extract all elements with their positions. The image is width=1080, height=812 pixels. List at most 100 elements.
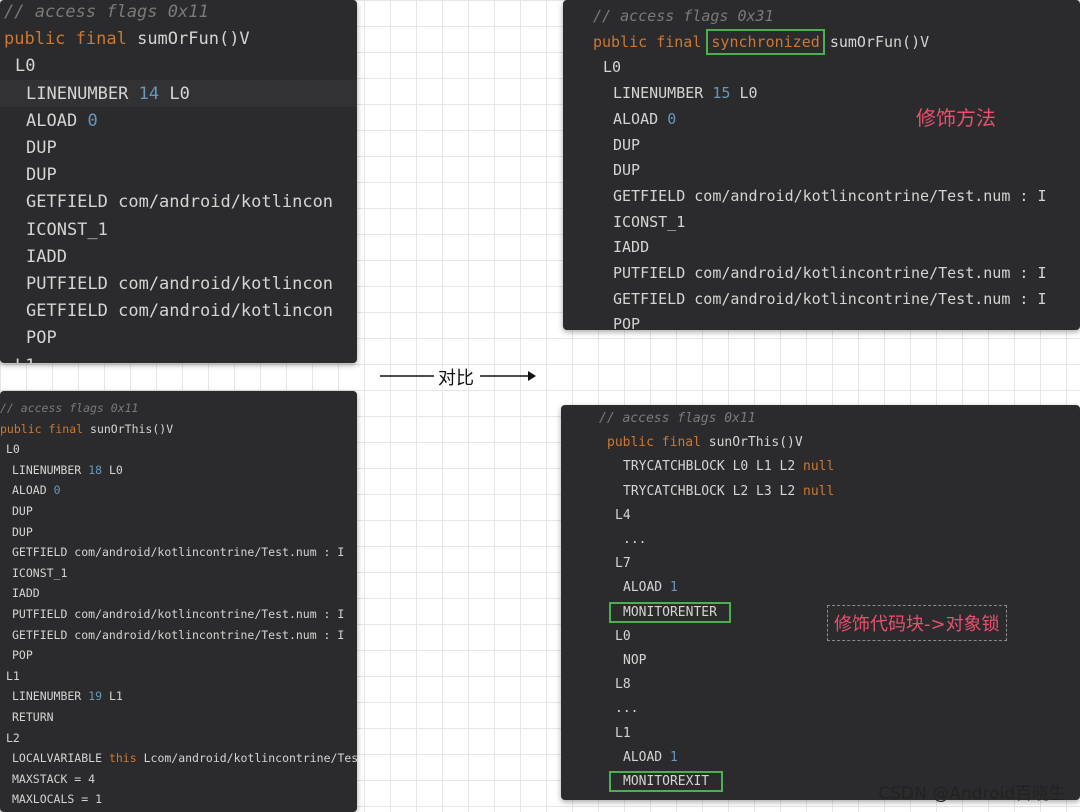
operand-text: L0: [169, 83, 190, 104]
instruction-text: ...: [615, 701, 639, 717]
operand-number: 0: [53, 483, 61, 498]
instruction-text: DUP: [613, 161, 641, 180]
instruction-text: MAXLOCALS = 1: [12, 792, 103, 807]
instruction-text: DUP: [26, 165, 57, 186]
bytecode-line: POP: [12, 648, 33, 662]
bytecode-line: ALOAD 0: [12, 483, 61, 497]
highlighted-instruction: MONITOREXIT: [609, 771, 724, 792]
bytecode-line: L2: [6, 731, 20, 745]
bytecode-line: DUP: [12, 525, 33, 539]
bytecode-line: ...: [615, 701, 638, 716]
bytecode-line: DUP: [613, 161, 640, 179]
instruction-text: L1: [15, 356, 35, 363]
code-panel-bottom-left: // access flags 0x11 public final sunOrTh…: [0, 391, 357, 812]
instruction-text: POP: [12, 648, 33, 663]
bytecode-line: DUP: [26, 138, 57, 158]
instruction-text: MONITORENTER: [623, 604, 717, 620]
instruction-text: POP: [26, 328, 57, 349]
instruction-text: ALOAD: [623, 749, 663, 765]
operand-text: L0: [108, 462, 123, 477]
bytecode-line: ALOAD 0: [26, 111, 98, 131]
bytecode-line: L1: [6, 669, 20, 683]
bytecode-line: RETURN: [12, 710, 54, 724]
code-panel-bottom-right: // access flags 0x11 public final sunOrTh…: [561, 405, 1080, 800]
operand-number: 14: [138, 83, 160, 104]
instruction-text: GETFIELD com/android/kotlincon: [26, 301, 334, 322]
method-name: sunOrThis()V: [90, 421, 174, 436]
bytecode-line: L0: [15, 56, 35, 76]
operand-number: 18: [88, 462, 103, 477]
bytecode-line: GETFIELD com/android/kotlincontrine/Test…: [613, 187, 1046, 205]
instruction-text: POP: [613, 315, 641, 330]
instruction-text: L8: [615, 677, 631, 693]
bytecode-line: IADD: [613, 238, 649, 256]
bytecode-line: TRYCATCHBLOCK L2 L3 L2 null: [623, 484, 834, 499]
compare-arrow: 对比: [378, 362, 538, 390]
bytecode-line: PUTFIELD com/android/kotlincontrine/Test…: [12, 607, 344, 621]
instruction-text: ...: [623, 532, 647, 547]
operand-number: 15: [712, 84, 731, 103]
operand-text: Lcom/android/kotlincontrine/Tes: [143, 751, 357, 766]
method-name: sunOrThis()V: [708, 435, 803, 451]
instruction-text: IADD: [613, 238, 650, 257]
instruction-text: ICONST_1: [12, 565, 68, 580]
bytecode-line: L0: [6, 442, 20, 456]
instruction-text: L0: [603, 58, 622, 77]
instruction-text: NOP: [623, 653, 647, 668]
bytecode-line: ICONST_1: [12, 566, 67, 580]
instruction-text: MONITOREXIT: [623, 774, 710, 789]
highlighted-instruction: MONITORENTER: [609, 601, 731, 623]
bytecode-line: ALOAD 0: [613, 110, 676, 128]
instruction-text: LINENUMBER: [613, 84, 704, 103]
instruction-text: DUP: [12, 504, 33, 518]
bytecode-line: LINENUMBER 14 L0: [26, 84, 190, 104]
code-comment: // access flags 0x11: [0, 401, 139, 415]
operand-number: 19: [88, 689, 103, 704]
keyword-text: public final: [593, 32, 702, 51]
bytecode-line: DUP: [12, 504, 33, 518]
bytecode-line: L7: [615, 556, 631, 571]
bytecode-line: ...: [623, 532, 646, 547]
instruction-text: ALOAD: [12, 483, 47, 498]
operand-number: 0: [667, 109, 677, 128]
instruction-text: L0: [15, 56, 36, 77]
bytecode-line: LINENUMBER 18 L0: [12, 463, 123, 477]
bytecode-line: MAXLOCALS = 1: [12, 792, 102, 806]
bytecode-line: IADD: [12, 586, 40, 600]
keyword-text: public final: [0, 421, 84, 436]
instruction-text: LINENUMBER: [26, 83, 129, 104]
keyword-text: null: [803, 459, 835, 475]
bytecode-line: DUP: [613, 136, 640, 154]
instruction-text: DUP: [26, 138, 57, 158]
bytecode-line: MAXSTACK = 4: [12, 772, 95, 786]
code-comment: // access flags 0x31: [593, 7, 774, 25]
bytecode-line: L1: [15, 356, 35, 363]
bytecode-line: ICONST_1: [26, 220, 108, 240]
compare-label: 对比: [438, 368, 474, 389]
instruction-text: L1: [6, 668, 20, 683]
instruction-text: LINENUMBER: [12, 689, 82, 704]
bytecode-line: L0: [615, 629, 631, 644]
bytecode-line: PUTFIELD com/android/kotlincon: [26, 274, 333, 294]
bytecode-line: L8: [615, 677, 631, 692]
operand-text: L0: [739, 84, 758, 103]
bytecode-line: PUTFIELD com/android/kotlincontrine/Test…: [613, 264, 1046, 282]
keyword-text: this: [108, 751, 137, 766]
operand-number: 1: [669, 749, 678, 765]
instruction-text: L1: [615, 725, 631, 741]
instruction-text: RETURN: [12, 710, 54, 724]
keyword-text: public final: [607, 435, 701, 451]
operand-number: 0: [87, 110, 98, 131]
bytecode-line: POP: [613, 315, 640, 330]
instruction-text: TRYCATCHBLOCK L2 L3 L2: [623, 483, 796, 499]
instruction-text: DUP: [613, 135, 641, 154]
instruction-text: PUTFIELD com/android/kotlincontrine/Test…: [613, 264, 1047, 282]
instruction-text: ALOAD: [26, 110, 78, 131]
bytecode-line: IADD: [26, 247, 67, 267]
method-signature: public final sumOrFun()V: [4, 29, 250, 49]
bytecode-line: ALOAD 1: [623, 580, 678, 595]
method-signature: public final sunOrThis()V: [0, 422, 173, 436]
instruction-text: ICONST_1: [26, 219, 108, 240]
instruction-text: DUP: [12, 524, 33, 539]
instruction-text: GETFIELD com/android/kotlincontrine/Test…: [613, 289, 1047, 308]
